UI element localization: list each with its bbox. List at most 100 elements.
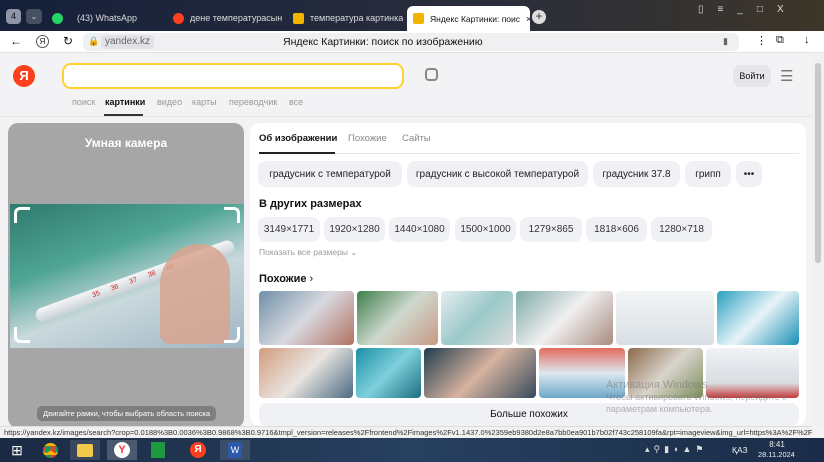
bookmark-icon[interactable]: ▮ [723, 36, 728, 47]
tag-chip[interactable]: грипп [685, 161, 731, 187]
more-icon[interactable]: ⋮ [756, 34, 767, 47]
nav-maps[interactable]: карты [192, 97, 217, 107]
header-divider [0, 116, 812, 117]
url-field[interactable]: 🔒 yandex.kz Яндекс Картинки: поиск по из… [83, 33, 739, 51]
tab-picture[interactable]: температура картинка: 2 [293, 8, 403, 28]
crop-corner-handle[interactable] [224, 207, 240, 223]
tab-bar: 4 ⌄ (43) WhatsApp дене температурасын ре… [0, 0, 824, 31]
clock-time[interactable]: 8:41 [762, 440, 792, 449]
crop-corner-handle[interactable] [14, 327, 30, 343]
whatsapp-icon [52, 12, 63, 24]
tab-whatsapp[interactable]: (43) WhatsApp [52, 8, 162, 28]
similar-thumb[interactable] [717, 291, 799, 345]
image-icon [293, 12, 304, 24]
tab-counter[interactable]: 4 [6, 9, 21, 24]
image-icon [413, 13, 424, 24]
address-bar: ← Я ↻ 🔒 yandex.kz Яндекс Картинки: поиск… [0, 31, 824, 53]
word-icon[interactable]: W [220, 440, 250, 460]
tab-similar[interactable]: Похожие [348, 133, 387, 144]
tab-about-image[interactable]: Об изображении [259, 133, 337, 144]
similar-thumb[interactable] [616, 291, 714, 345]
camera-search-icon[interactable] [425, 68, 438, 81]
nav-translator[interactable]: переводчик [229, 97, 277, 107]
chevron-right-icon: › [309, 273, 314, 285]
windows-activation-watermark: Активация Windows Чтобы активировать Win… [606, 379, 786, 415]
tray-icons[interactable]: ▴⚲▮◖▲⚑ [645, 444, 707, 455]
download-icon[interactable]: ↓ [804, 34, 810, 46]
tab-label: дене температурасын ре [190, 13, 283, 23]
crop-frame[interactable] [12, 205, 242, 345]
back-icon[interactable]: ← [10, 34, 22, 48]
extensions-icon[interactable]: ⧉ [776, 34, 784, 47]
active-tab-underline [259, 152, 335, 154]
search-input[interactable] [62, 63, 404, 89]
nav-video[interactable]: видео [157, 97, 182, 107]
watermark-line: параметрам компьютера. [606, 404, 713, 414]
store-icon[interactable] [143, 440, 173, 460]
yandex-icon[interactable]: Я [183, 440, 213, 460]
crop-corner-handle[interactable] [224, 327, 240, 343]
nav-search[interactable]: поиск [72, 97, 95, 107]
window-controls[interactable]: ▯≡_□X [698, 4, 798, 15]
tab-list-chevron-icon[interactable]: ⌄ [26, 9, 42, 24]
size-chip[interactable]: 1818×606 [586, 217, 647, 242]
smart-camera-panel: Умная камера 35 36 37 38 40 Двигайте рам… [8, 123, 244, 428]
size-chip[interactable]: 1280×718 [651, 217, 712, 242]
similar-thumb[interactable] [259, 291, 354, 345]
scrollbar-thumb[interactable] [815, 63, 821, 263]
tag-chip[interactable]: градусник с высокой температурой [407, 161, 588, 187]
tab-temperature[interactable]: дене температурасын ре [173, 8, 283, 28]
yandex-icon [173, 12, 184, 24]
new-tab-button[interactable]: + [532, 10, 546, 24]
show-all-label: Показать все размеры [259, 247, 348, 257]
nav-images[interactable]: картинки [105, 97, 145, 107]
tag-chip[interactable]: градусник 37.8 [593, 161, 680, 187]
chevron-down-icon: ⌄ [350, 247, 358, 257]
size-chip[interactable]: 1920×1280 [324, 217, 385, 242]
clock-date[interactable]: 28.11.2024 [758, 450, 795, 459]
chrome-icon[interactable] [35, 440, 65, 460]
tab-label: (43) WhatsApp [77, 13, 138, 23]
reload-icon[interactable]: ↻ [63, 34, 73, 48]
taskbar: ⊞ Y Я W ▴⚲▮◖▲⚑ ҚАЗ 8:41 28.11.2024 [0, 438, 824, 462]
page-scrollbar[interactable] [812, 53, 824, 426]
yandex-logo[interactable]: Я [13, 65, 35, 87]
tag-chip[interactable]: градусник с температурой [258, 161, 402, 187]
size-chip[interactable]: 1440×1080 [389, 217, 450, 242]
tab-label: Яндекс Картинки: поис [430, 13, 521, 24]
status-url: https://yandex.kz/images/search?crop=0.0… [0, 426, 812, 438]
show-all-sizes-link[interactable]: Показать все размеры ⌄ [259, 247, 357, 258]
watermark-title: Активация Windows [606, 379, 708, 391]
similar-thumb[interactable] [424, 348, 536, 398]
watermark-line: Чтобы активировать Windows, перейдите к [606, 392, 787, 402]
tab-label: температура картинка: 2 [310, 13, 403, 23]
windows-start-icon[interactable]: ⊞ [2, 440, 32, 460]
tabs-divider [259, 153, 799, 154]
similar-thumb[interactable] [441, 291, 513, 345]
file-explorer-icon[interactable] [70, 440, 100, 460]
tab-yandex-images[interactable]: Яндекс Картинки: поис × [407, 6, 530, 31]
similar-heading-link[interactable]: Похожие › [259, 273, 313, 285]
domain-label: yandex.kz [101, 35, 155, 49]
close-tab-icon[interactable]: × [526, 14, 530, 24]
login-button[interactable]: Войти [733, 65, 771, 87]
size-chip[interactable]: 1500×1000 [455, 217, 516, 242]
similar-thumb[interactable] [356, 348, 421, 398]
language-indicator[interactable]: ҚАЗ [732, 445, 748, 455]
yandex-browser-icon[interactable]: Y [107, 440, 137, 460]
smart-camera-title: Умная камера [84, 136, 168, 150]
nav-all[interactable]: все [289, 97, 303, 107]
more-tags-button[interactable]: ••• [736, 161, 762, 187]
lock-icon: 🔒 [88, 36, 100, 46]
page-title: Яндекс Картинки: поиск по изображению [283, 36, 483, 48]
crop-corner-handle[interactable] [14, 207, 30, 223]
hamburger-menu-icon[interactable]: ☰ [780, 67, 793, 85]
size-chip[interactable]: 1279×865 [520, 217, 582, 242]
similar-thumb[interactable] [516, 291, 613, 345]
size-chip[interactable]: 3149×1771 [258, 217, 320, 242]
similar-thumb[interactable] [259, 348, 353, 398]
tab-sites[interactable]: Сайты [402, 133, 431, 144]
yandex-home-icon[interactable]: Я [36, 35, 49, 48]
similar-thumb[interactable] [357, 291, 438, 345]
other-sizes-heading: В других размерах [259, 198, 362, 210]
